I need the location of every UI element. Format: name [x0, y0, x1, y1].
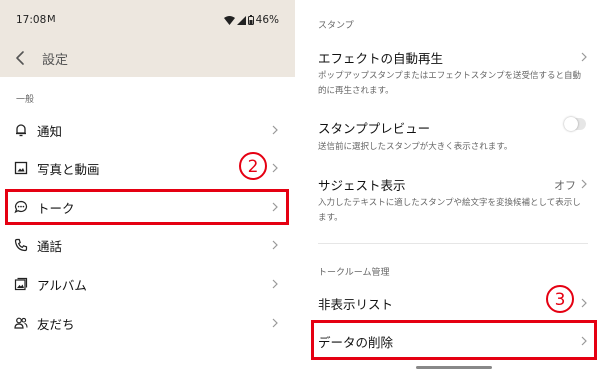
back-arrow-icon[interactable]: [12, 49, 30, 67]
suggest-value: オフ: [554, 179, 576, 192]
effect-autoplay-description: ポップアップスタンプまたはエフェクトスタンプを送受信すると自動的に再生されます。: [318, 71, 581, 96]
hidden-list-title: 非表示リスト: [318, 297, 394, 312]
chevron-right-icon: [272, 318, 278, 328]
battery-icon: [247, 15, 254, 25]
chevron-right-icon: [581, 298, 587, 308]
menu-item-label: 通話: [37, 238, 63, 254]
signal-icon: [236, 15, 246, 25]
battery-percentage: 46%: [255, 14, 279, 26]
talk-highlight-box: [5, 189, 289, 225]
menu-item-label: 友だち: [37, 316, 75, 332]
chevron-right-icon: [272, 240, 278, 250]
stamp-preview-title: スタンププレビュー: [318, 121, 431, 136]
effect-autoplay-title: エフェクトの自動再生: [318, 51, 444, 66]
page-title: 設定: [42, 52, 69, 68]
suggest-description: 入力したテキストに適したスタンプや絵文字を変換候補として表示します。: [318, 198, 581, 223]
delete-data-highlight-box: [311, 320, 597, 360]
svg-text:2: 2: [248, 157, 259, 177]
status-indicators: 46%: [223, 14, 279, 26]
wifi-icon: [223, 15, 235, 25]
chevron-right-icon: [581, 52, 587, 62]
status-bar: 17:08 M 46%: [16, 14, 279, 30]
menu-item-label: 通知: [37, 123, 63, 139]
stamp-preview-description: 送信前に選択したスタンプが大きく表示されます。: [318, 142, 513, 152]
chevron-right-icon: [272, 279, 278, 289]
chevron-right-icon: [581, 179, 587, 189]
menu-item-label: 写真と動画: [37, 161, 100, 177]
mail-notification-icon: M: [47, 14, 56, 25]
divider: [318, 243, 588, 244]
photo-icon: [14, 161, 28, 175]
settings-panel-right: スタンプ エフェクトの自動再生 ポップアップスタンプまたはエフェクトスタンプを送…: [300, 0, 600, 376]
section-label-stamps: スタンプ: [318, 21, 354, 31]
stamp-preview-toggle[interactable]: [564, 117, 586, 131]
step-2-marker: 2: [239, 152, 267, 180]
svg-text:3: 3: [555, 290, 566, 310]
menu-item-label: アルバム: [37, 277, 87, 293]
bell-icon: [16, 124, 26, 137]
chevron-right-icon: [272, 163, 278, 173]
section-label-general: 一般: [16, 95, 35, 105]
status-time: 17:08: [16, 14, 47, 26]
menu-item-friends[interactable]: 友だち: [0, 304, 295, 342]
section-label-talkroom: トークルーム管理: [318, 268, 390, 278]
settings-panel-left: 17:08 M 46% 設定 一般 通知 写真と動画 トーク 通話 アルバム 友…: [0, 0, 295, 376]
home-indicator[interactable]: [416, 366, 492, 369]
phone-icon: [14, 238, 28, 252]
menu-item-calls[interactable]: 通話: [0, 226, 295, 264]
chevron-right-icon: [272, 125, 278, 135]
header-bar: 設定: [12, 47, 68, 69]
friends-icon: [14, 317, 28, 329]
menu-item-notifications[interactable]: 通知: [0, 111, 295, 149]
suggest-title: サジェスト表示: [318, 178, 406, 193]
album-icon: [14, 277, 28, 291]
menu-item-album[interactable]: アルバム: [0, 265, 295, 303]
step-3-marker: 3: [546, 285, 574, 313]
